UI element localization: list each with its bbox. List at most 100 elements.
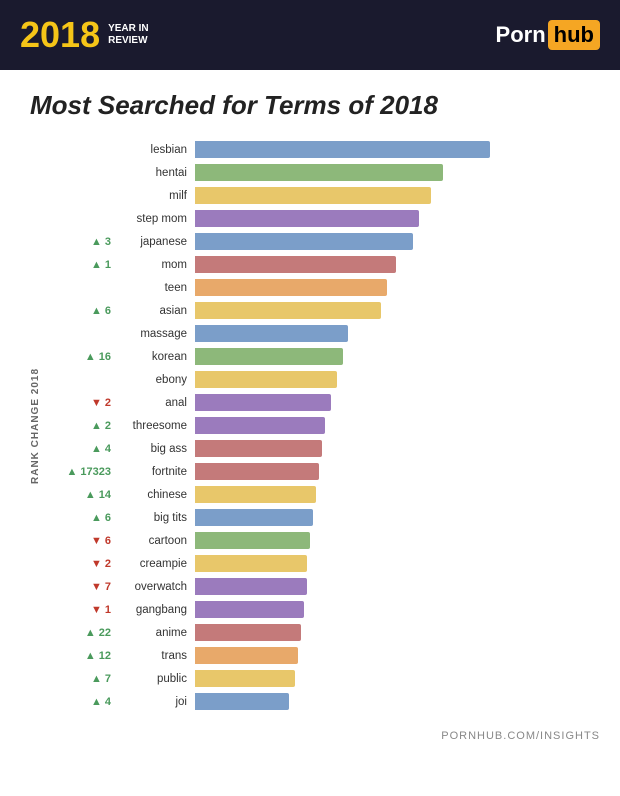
term-label: teen [115,282,195,294]
term-label: cartoon [115,535,195,547]
bar [195,256,396,273]
chart-row: ▲ 12trans [45,645,590,666]
bar [195,624,301,641]
term-label: massage [115,328,195,340]
bar [195,417,325,434]
bar [195,348,343,365]
bar-container [195,461,590,482]
rank-change-label: ▼ 2 [45,558,115,570]
chart-row: ▲ 6big tits [45,507,590,528]
chart-row: ▲ 17323fortnite [45,461,590,482]
bar-container [195,553,590,574]
term-label: public [115,673,195,685]
chart-row: ▲ 14chinese [45,484,590,505]
chart-row: hentai [45,162,590,183]
chart-row: ▲ 4joi [45,691,590,712]
bar-container [195,576,590,597]
chart-row: ▼ 6cartoon [45,530,590,551]
rank-change-label: ▲ 14 [45,489,115,501]
term-label: asian [115,305,195,317]
chart-row: ▲ 16korean [45,346,590,367]
term-label: korean [115,351,195,363]
chart-row: ebony [45,369,590,390]
bar [195,440,322,457]
chart-row: milf [45,185,590,206]
chart-row: ▲ 7public [45,668,590,689]
chart-row: lesbian [45,139,590,160]
bar [195,394,331,411]
chart-row: teen [45,277,590,298]
term-label: japanese [115,236,195,248]
chart-row: ▼ 2creampie [45,553,590,574]
rank-change-label: ▼ 6 [45,535,115,547]
rank-change-label: ▼ 2 [45,397,115,409]
rank-change-label: ▲ 17323 [45,466,115,478]
term-label: big tits [115,512,195,524]
bar-container [195,346,590,367]
term-label: anal [115,397,195,409]
bar-container [195,185,590,206]
bar [195,532,310,549]
term-label: threesome [115,420,195,432]
term-label: ebony [115,374,195,386]
rank-change-label: ▼ 7 [45,581,115,593]
chart-row: ▲ 4big ass [45,438,590,459]
footer-url: PORNHUB.COM/INSIGHTS [0,722,620,752]
bar-container [195,622,590,643]
bar [195,279,387,296]
rank-change-label: ▲ 1 [45,259,115,271]
term-label: overwatch [115,581,195,593]
bar [195,509,313,526]
bar [195,647,298,664]
bar-container [195,231,590,252]
year-number: 2018 [20,17,100,53]
chart-title: Most Searched for Terms of 2018 [30,90,590,121]
term-label: gangbang [115,604,195,616]
chart-row: ▲ 22anime [45,622,590,643]
bar [195,555,307,572]
bar-container [195,392,590,413]
chart-row: ▼ 2anal [45,392,590,413]
bar [195,463,319,480]
bar-container [195,254,590,275]
bar-container [195,277,590,298]
bar [195,187,431,204]
bar [195,486,316,503]
bar [195,578,307,595]
chart-row: ▲ 6asian [45,300,590,321]
header: 2018 YEAR INREVIEW Porn hub [0,0,620,70]
bar-container [195,530,590,551]
term-label: joi [115,696,195,708]
y-axis-label: RANK CHANGE 2018 [30,139,41,712]
rank-change-label: ▲ 4 [45,443,115,455]
term-label: big ass [115,443,195,455]
rank-change-label: ▲ 7 [45,673,115,685]
rank-change-label: ▲ 12 [45,650,115,662]
bar-container [195,645,590,666]
rank-change-label: ▲ 6 [45,305,115,317]
bar [195,325,348,342]
term-label: milf [115,190,195,202]
bar-container [195,415,590,436]
bar [195,210,419,227]
bar [195,233,413,250]
rank-change-label: ▲ 2 [45,420,115,432]
rank-change-label: ▲ 22 [45,627,115,639]
chart-row: ▼ 7overwatch [45,576,590,597]
bar-container [195,162,590,183]
rank-change-label: ▼ 1 [45,604,115,616]
rank-change-label: ▲ 4 [45,696,115,708]
chart-row: massage [45,323,590,344]
bar [195,302,381,319]
rank-change-label: ▲ 16 [45,351,115,363]
term-label: anime [115,627,195,639]
year-subtitle: YEAR INREVIEW [108,23,149,47]
chart-row: ▲ 1mom [45,254,590,275]
logo-porn: Porn [496,22,546,48]
bar-container [195,691,590,712]
bar-container [195,139,590,160]
term-label: hentai [115,167,195,179]
term-label: lesbian [115,144,195,156]
bar-container [195,599,590,620]
chart-row: ▼ 1gangbang [45,599,590,620]
